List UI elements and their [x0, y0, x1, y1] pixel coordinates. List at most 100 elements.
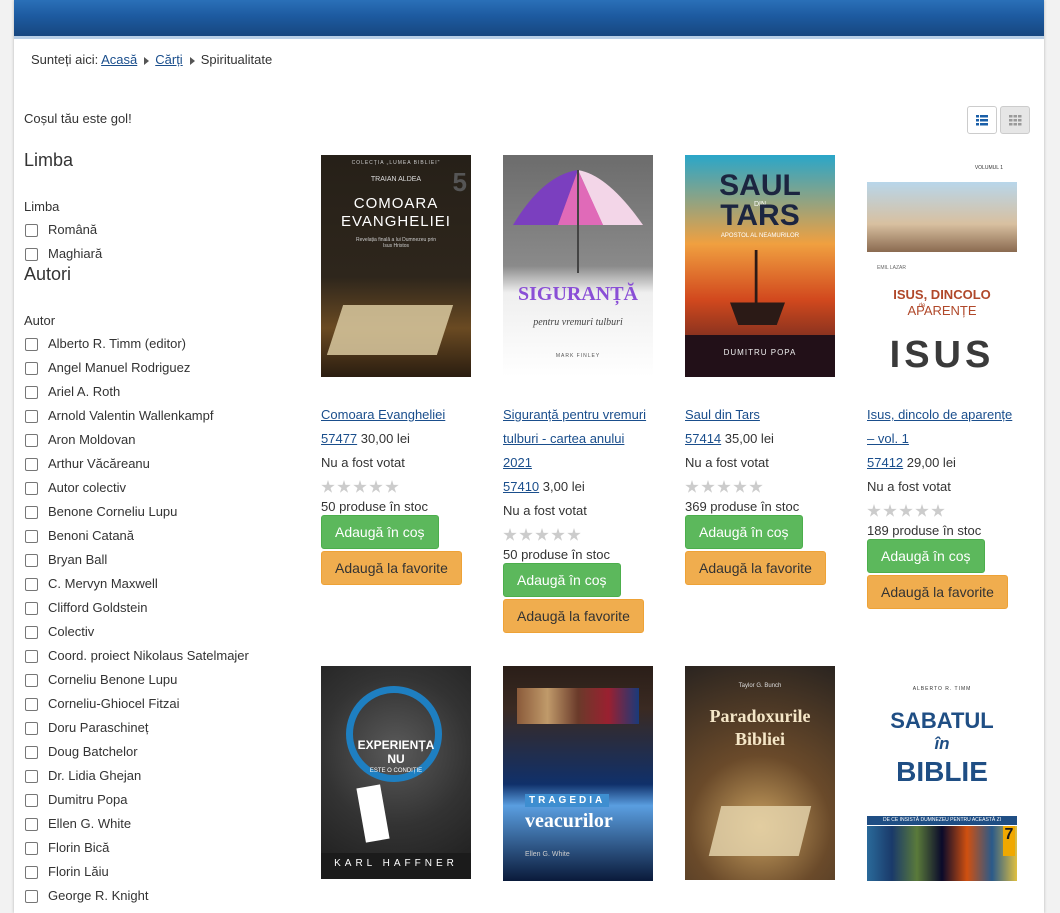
product-stock: 50 produse în stoc [321, 499, 428, 514]
author-filter-checkbox[interactable] [25, 745, 38, 759]
cover-title: Bibliei [734, 729, 785, 749]
product-code-link[interactable]: 57412 [867, 455, 903, 470]
author-filter-option[interactable]: Coord. proiect Nikolaus Satelmajer [24, 644, 284, 668]
author-filter-checkbox[interactable] [25, 433, 38, 447]
product-name-link[interactable]: Comoara Evangheliei [321, 403, 481, 427]
product-card: Taylor G. Bunch Paradoxurile Bibliei [685, 666, 845, 880]
add-to-cart-button[interactable]: Adaugă în coș [503, 563, 621, 597]
product-code-link[interactable]: 57410 [503, 479, 539, 494]
product-cover-image[interactable]: TRAGEDIA veacurilor Ellen G. White [503, 666, 653, 881]
product-code-link[interactable]: 57477 [321, 431, 357, 446]
cover-author: ALBERTO R. TIMM [912, 686, 972, 692]
author-filter-checkbox[interactable] [25, 553, 38, 567]
author-filter-checkbox[interactable] [25, 457, 38, 471]
language-filter-checkbox[interactable] [25, 223, 38, 237]
author-filter-checkbox[interactable] [25, 625, 38, 639]
author-filter-option[interactable]: Arnold Valentin Wallenkampf [24, 404, 284, 428]
breadcrumb-books-link[interactable]: Cărți [155, 52, 182, 67]
author-filter-option[interactable]: Arthur Văcăreanu [24, 452, 284, 476]
author-filter-checkbox[interactable] [25, 865, 38, 879]
author-filter-option[interactable]: Aron Moldovan [24, 428, 284, 452]
author-filter-option[interactable]: Benone Corneliu Lupu [24, 500, 284, 524]
rating-stars[interactable] [867, 499, 1027, 523]
author-filter-checkbox[interactable] [25, 817, 38, 831]
author-filter-option-label: Autor colectiv [48, 480, 127, 495]
author-filter-option-label: Corneliu-Ghiocel Fitzai [48, 696, 180, 711]
author-filter-option-label: Ellen G. White [48, 816, 132, 831]
product-name-link[interactable]: Saul din Tars [685, 403, 845, 427]
cover-series: COLECȚIA „LUMEA BIBLIEI" [351, 160, 441, 166]
author-filter-option[interactable]: George R. Knight [24, 884, 284, 908]
rating-stars[interactable] [685, 475, 845, 499]
author-filter-checkbox[interactable] [25, 505, 38, 519]
author-filter-option[interactable]: Alberto R. Timm (editor) [24, 332, 284, 356]
author-filter-checkbox[interactable] [25, 481, 38, 495]
add-to-favorites-button[interactable]: Adaugă la favorite [503, 599, 644, 633]
product-cover-image[interactable]: Taylor G. Bunch Paradoxurile Bibliei [685, 666, 835, 880]
grid-view-button[interactable] [1000, 106, 1030, 134]
author-filter-option[interactable]: Corneliu-Ghiocel Fitzai [24, 692, 284, 716]
author-filter-option[interactable]: Autor colectiv [24, 476, 284, 500]
product-code-link[interactable]: 57414 [685, 431, 721, 446]
rating-stars[interactable] [321, 475, 481, 499]
cover-title: în [934, 734, 950, 753]
author-filter-option[interactable]: Doru Paraschineț [24, 716, 284, 740]
add-to-cart-button[interactable]: Adaugă în coș [321, 515, 439, 549]
language-filter-option-label: Maghiară [48, 246, 103, 261]
author-filter-option[interactable]: Colectiv [24, 620, 284, 644]
author-filter-option[interactable]: Clifford Goldstein [24, 596, 284, 620]
language-filter-option[interactable]: Română [24, 218, 284, 242]
author-filter-checkbox[interactable] [25, 889, 38, 903]
author-filter-option[interactable]: Angel Manuel Rodriguez [24, 356, 284, 380]
author-filter-option[interactable]: Doug Batchelor [24, 740, 284, 764]
author-filter-checkbox[interactable] [25, 385, 38, 399]
author-filter-checkbox[interactable] [25, 841, 38, 855]
author-filter-checkbox[interactable] [25, 529, 38, 543]
author-filter-checkbox[interactable] [25, 673, 38, 687]
rating-stars[interactable] [503, 523, 663, 547]
cover-subtitle: Revelația finală a lui Dumnezeu prin Isu… [355, 237, 437, 249]
language-filter-checkbox[interactable] [25, 247, 38, 261]
breadcrumb-home-link[interactable]: Acasă [101, 52, 137, 67]
product-cover-image[interactable]: COLECȚIA „LUMEA BIBLIEI" TRAIAN ALDEA 5 … [321, 155, 471, 377]
author-filter-option[interactable]: Dr. Lidia Ghejan [24, 764, 284, 788]
product-cover-image[interactable]: EXPERIENȚA NU ESTE O CONDIȚIE KARL HAFFN… [321, 666, 471, 879]
author-filter-option[interactable]: Ellen G. White [24, 812, 284, 836]
star-icon [749, 480, 763, 493]
author-filter-checkbox[interactable] [25, 337, 38, 351]
add-to-cart-button[interactable]: Adaugă în coș [867, 539, 985, 573]
author-filter-option[interactable]: Dumitru Popa [24, 788, 284, 812]
list-icon [976, 115, 988, 126]
author-filter-option[interactable]: Ariel A. Roth [24, 380, 284, 404]
star-icon [567, 528, 581, 541]
product-cover-image[interactable]: SAUL DIN TARS APOSTOL AL NEAMURILOR DUMI… [685, 155, 835, 377]
add-to-favorites-button[interactable]: Adaugă la favorite [867, 575, 1008, 609]
author-filter-option[interactable]: Bryan Ball [24, 548, 284, 572]
product-name-link[interactable]: Isus, dincolo de aparențe – vol. 1 [867, 403, 1027, 451]
add-to-favorites-button[interactable]: Adaugă la favorite [321, 551, 462, 585]
product-name-link[interactable]: Siguranță pentru vremuri tulburi - cartea… [503, 403, 663, 475]
author-filter-checkbox[interactable] [25, 577, 38, 591]
author-filter-checkbox[interactable] [25, 649, 38, 663]
add-to-favorites-button[interactable]: Adaugă la favorite [685, 551, 826, 585]
cover-paper-illustration [356, 784, 390, 843]
author-filter-checkbox[interactable] [25, 697, 38, 711]
product-cover-image[interactable]: ALBERTO R. TIMM SABATUL în BIBLIE DE CE … [867, 666, 1017, 881]
add-to-cart-button[interactable]: Adaugă în coș [685, 515, 803, 549]
cover-umbrella-illustration [513, 170, 643, 273]
author-filter-option[interactable]: Benoni Catană [24, 524, 284, 548]
product-cover-image[interactable]: VOLUMUL 1 EMIL LAZAR ISUS, DINCOLO de AP… [867, 155, 1017, 377]
author-filter-checkbox[interactable] [25, 601, 38, 615]
language-filter-option[interactable]: Maghiară [24, 242, 284, 266]
author-filter-checkbox[interactable] [25, 793, 38, 807]
author-filter-option[interactable]: Florin Bică [24, 836, 284, 860]
product-cover-image[interactable]: SIGURANȚĂ pentru vremuri tulburi MARK FI… [503, 155, 653, 377]
author-filter-checkbox[interactable] [25, 361, 38, 375]
author-filter-option[interactable]: Florin Lăiu [24, 860, 284, 884]
author-filter-checkbox[interactable] [25, 769, 38, 783]
author-filter-option[interactable]: Corneliu Benone Lupu [24, 668, 284, 692]
author-filter-checkbox[interactable] [25, 409, 38, 423]
author-filter-checkbox[interactable] [25, 721, 38, 735]
author-filter-option[interactable]: C. Mervyn Maxwell [24, 572, 284, 596]
list-view-button[interactable] [967, 106, 997, 134]
